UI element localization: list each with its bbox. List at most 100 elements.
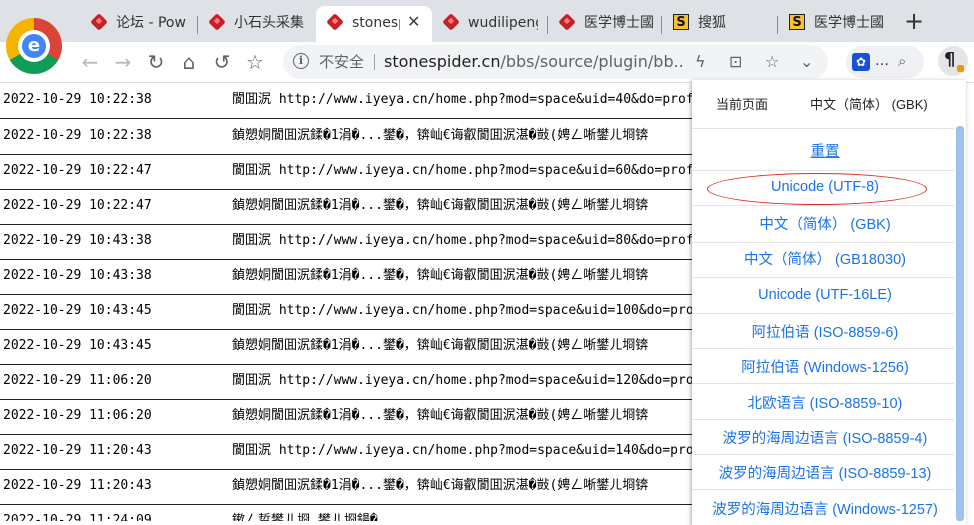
log-time: 2022-10-29 10:22:38 (3, 92, 152, 107)
log-text: 鍞愬姛閬囬泦鍒�1涓�...鐢�，锛屾€诲叡閬囬泦湛�敱(娉ㄥ唽鐢ㄦ埛锛 (232, 198, 649, 213)
undo-icon[interactable]: ↺ (210, 50, 234, 74)
log-text: 閬囬泦 http://www.iyeya.cn/home.php?mod=spa… (232, 92, 700, 107)
url-text[interactable]: stonespider.cn/bbs/source/plugin/bb... (384, 52, 684, 72)
log-row: 2022-10-29 10:43:45 閬囬泦 http://www.iyeya… (0, 294, 700, 330)
log-time: 2022-10-29 10:22:38 (3, 128, 152, 143)
log-row: 2022-10-29 10:22:38 閬囬泦 http://www.iyeya… (0, 83, 700, 119)
log-row: 2022-10-29 10:43:45 鍞愬姛閬囬泦鍒�1涓�...鐢�，锛屾€… (0, 329, 700, 365)
address-bar[interactable]: i 不安全 stonespider.cn/bbs/source/plugin/b… (283, 45, 828, 79)
lightning-icon[interactable]: ϟ (695, 52, 706, 72)
log-text: 閬囬泦 http://www.iyeya.cn/home.php?mod=spa… (232, 303, 700, 318)
log-row: 2022-10-29 11:24:09 鏉ㄥ晢鐢ㄦ埛 鐢ㄦ埛鍚� ... (0, 504, 700, 521)
encoding-option-gb18030[interactable]: 中文（简体） (GB18030) (692, 250, 958, 270)
s-logo-icon: S (673, 14, 689, 30)
encoding-option-iso-8859-6[interactable]: 阿拉伯语 (ISO-8859-6) (692, 323, 958, 343)
log-text: 閬囬泦 http://www.iyeya.cn/home.php?mod=spa… (232, 373, 700, 388)
tab-title: stonesp (352, 15, 400, 31)
chevron-down-icon[interactable]: ⌄ (800, 52, 813, 72)
log-text: 鍞愬姛閬囬泦鍒�1涓�...鐢�，锛屾€诲叡閬囬泦湛�敱(娉ㄥ唽鐢ㄦ埛锛 (232, 408, 649, 423)
encoding-option-iso-8859-13[interactable]: 波罗的海周边语言 (ISO-8859-13) (692, 464, 958, 484)
log-time: 2022-10-29 11:24:09 (3, 513, 152, 521)
log-text: 鍞愬姛閬囬泦鍒�1涓�...鐢�，锛屾€诲叡閬囬泦湛�敱(娉ㄥ唽鐢ㄦ埛锛 (232, 338, 649, 353)
log-time: 2022-10-29 10:22:47 (3, 163, 152, 178)
log-text: 閬囬泦 http://www.iyeya.cn/home.php?mod=spa… (232, 163, 700, 178)
red-cube-icon (208, 13, 226, 31)
red-cube-icon (442, 13, 460, 31)
log-time: 2022-10-29 11:20:43 (3, 443, 152, 458)
star-icon[interactable]: ☆ (765, 52, 779, 72)
log-row: 2022-10-29 10:43:38 閬囬泦 http://www.iyeya… (0, 224, 700, 260)
extension-chip[interactable]: ✿ … ⌕ (846, 46, 924, 78)
translate-icon[interactable]: ⊡ (729, 52, 742, 72)
browser-tab[interactable]: 论坛 - Pow (80, 6, 198, 42)
log-row: 2022-10-29 10:22:47 閬囬泦 http://www.iyeya… (0, 154, 700, 190)
log-time: 2022-10-29 10:43:45 (3, 338, 152, 353)
log-row: 2022-10-29 11:20:43 鍞愬姛閬囬泦鍒�1涓�...鐢�，锛屾€… (0, 469, 700, 505)
red-cube-icon (90, 13, 108, 31)
log-row: 2022-10-29 10:22:47 鍞愬姛閬囬泦鍒�1涓�...鐢�，锛屾€… (0, 189, 700, 225)
new-tab-button[interactable]: + (904, 9, 924, 33)
log-time: 2022-10-29 10:43:45 (3, 303, 152, 318)
log-text: 鍞愬姛閬囬泦鍒�1涓�...鐢�，锛屾€诲叡閬囬泦湛�敱(娉ㄥ唽鐢ㄦ埛锛 (232, 268, 649, 283)
log-text: 閬囬泦 http://www.iyeya.cn/home.php?mod=spa… (232, 443, 700, 458)
encoding-option-utf8[interactable]: Unicode (UTF-8) (692, 177, 958, 197)
log-time: 2022-10-29 10:43:38 (3, 268, 152, 283)
log-row: 2022-10-29 10:22:38 鍞愬姛閬囬泦鍒�1涓�...鐢�，锛屾€… (0, 119, 700, 155)
log-text: 閬囬泦 http://www.iyeya.cn/home.php?mod=spa… (232, 233, 700, 248)
close-tab-icon[interactable]: ✕ (407, 13, 420, 31)
pilcrow-icon: ¶ (944, 49, 956, 70)
menu-scrollbar[interactable] (956, 126, 964, 521)
encoding-option-gbk[interactable]: 中文（简体） (GBK) (692, 215, 958, 235)
tab-title: wudilipeng (468, 15, 538, 31)
log-time: 2022-10-29 11:06:20 (3, 408, 152, 423)
browser-tab[interactable]: wudilipeng (432, 6, 548, 42)
current-page-label: 当前页面 (716, 97, 769, 112)
info-icon[interactable]: i (293, 53, 309, 69)
encoding-option-iso-8859-4[interactable]: 波罗的海周边语言 (ISO-8859-4) (692, 429, 958, 449)
tab-title: 小石头采集 (234, 15, 304, 31)
log-row: 2022-10-29 11:06:20 鍞愬姛閬囬泦鍒�1涓�...鐢�，锛屾€… (0, 399, 700, 435)
log-row: 2022-10-29 10:43:38 鍞愬姛閬囬泦鍒�1涓�...鐢�，锛屾€… (0, 259, 700, 295)
security-label: 不安全 (319, 53, 365, 71)
encoding-option-windows-1256[interactable]: 阿拉伯语 (Windows-1256) (692, 358, 958, 378)
home-icon[interactable]: ⌂ (177, 50, 201, 74)
browser-logo-icon: e (6, 18, 62, 74)
bookmark-star-icon[interactable]: ☆ (243, 50, 267, 74)
tab-title: 医学博士國 (584, 15, 654, 31)
log-text: 鏉ㄥ晢鐢ㄦ埛 鐢ㄦ埛鍚� ... (232, 513, 409, 521)
url-path: /bbs/source/plugin/bb... (500, 52, 684, 71)
badge-dot (957, 65, 964, 72)
url-host: stonespider.cn (384, 52, 501, 71)
charset-extension-button[interactable]: ¶ (938, 46, 968, 76)
encoding-option-utf16le[interactable]: Unicode (UTF-16LE) (692, 285, 958, 305)
browser-toolbar: ← → ↻ ⌂ ↺ ☆ i 不安全 stonespider.cn/bbs/sou… (0, 42, 974, 83)
extension-label: … (875, 53, 889, 69)
reload-icon[interactable]: ↻ (144, 50, 168, 74)
page-content: 2022-10-29 10:22:38 閬囬泦 http://www.iyeya… (0, 83, 700, 521)
browser-tab[interactable]: S 搜狐 (662, 6, 778, 42)
s-logo-icon: S (789, 14, 805, 30)
log-text: 鍞愬姛閬囬泦鍒�1涓�...鐢�，锛屾€诲叡閬囬泦湛�敱(娉ㄥ唽鐢ㄦ埛锛 (232, 128, 649, 143)
red-cube-icon (326, 13, 344, 31)
tab-title: 论坛 - Pow (116, 15, 186, 31)
current-encoding-value: 中文（简体） (GBK) (810, 97, 928, 112)
forward-arrow-icon[interactable]: → (111, 50, 135, 74)
browser-tab[interactable]: S 医学博士國 (778, 6, 892, 42)
browser-tab[interactable]: 医学博士國 (548, 6, 662, 42)
encoding-menu: 当前页面 中文（简体） (GBK) 重置 Unicode (UTF-8) 中文（… (692, 80, 966, 525)
log-text: 鍞愬姛閬囬泦鍒�1涓�...鐢�，锛屾€诲叡閬囬泦湛�敱(娉ㄥ唽鐢ㄦ埛锛 (232, 478, 649, 493)
log-row: 2022-10-29 11:06:20 閬囬泦 http://www.iyeya… (0, 364, 700, 400)
tab-title: 医学博士國 (814, 15, 884, 31)
log-time: 2022-10-29 10:22:47 (3, 198, 152, 213)
tab-title: 搜狐 (698, 15, 726, 31)
browser-tab[interactable]: 小石头采集 (198, 6, 316, 42)
browser-tab-active[interactable]: stonesp ✕ (316, 6, 432, 42)
log-time: 2022-10-29 11:06:20 (3, 373, 152, 388)
search-icon[interactable]: ⌕ (898, 51, 906, 71)
encoding-option-windows-1257[interactable]: 波罗的海周边语言 (Windows-1257) (692, 500, 958, 520)
back-arrow-icon[interactable]: ← (78, 50, 102, 74)
log-time: 2022-10-29 10:43:38 (3, 233, 152, 248)
encoding-option-iso-8859-10[interactable]: 北欧语言 (ISO-8859-10) (692, 394, 958, 414)
log-time: 2022-10-29 11:20:43 (3, 478, 152, 493)
reset-encoding-link[interactable]: 重置 (692, 142, 958, 162)
